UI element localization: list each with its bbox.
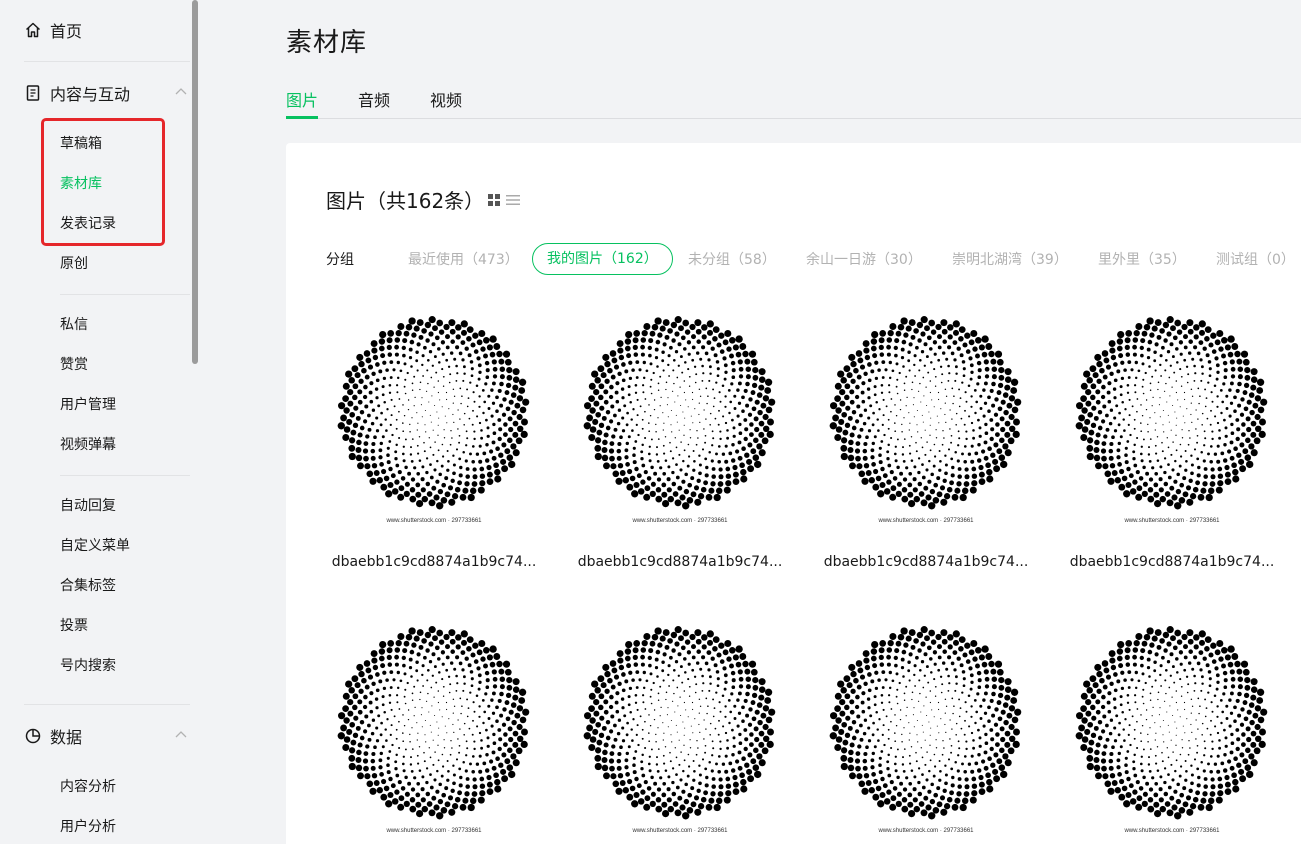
spiral-artwork — [583, 316, 776, 510]
sidebar-group-data[interactable]: 数据 — [24, 720, 190, 752]
home-icon — [24, 21, 42, 39]
group-chip-ungrouped[interactable]: 未分组（58） — [688, 249, 776, 269]
tab-active-indicator — [286, 116, 318, 119]
watermark-text: www.shutterstock.com · 297733661 — [1124, 828, 1220, 834]
image-card[interactable]: www.shutterstock.com · 297733661 — [576, 618, 784, 840]
sidebar-item-rewards[interactable]: 赞赏 — [60, 353, 88, 377]
watermark-text: www.shutterstock.com · 297733661 — [1124, 518, 1220, 524]
image-name: dbaebb1c9cd8874a1b9c74... — [331, 554, 537, 570]
divider — [24, 61, 190, 62]
group-filter: 分组 最近使用（473） 我的图片（162） 未分组（58） 余山一日游（30）… — [326, 243, 1301, 275]
sidebar-item-collection-tags[interactable]: 合集标签 — [60, 574, 116, 598]
image-name: dbaebb1c9cd8874a1b9c74... — [577, 554, 783, 570]
spiral-artwork — [583, 626, 776, 820]
image-card[interactable]: www.shutterstock.com · 297733661 dbaebb1… — [822, 308, 1030, 570]
spiral-artwork — [829, 316, 1022, 510]
sidebar-item-search[interactable]: 号内搜索 — [60, 654, 116, 678]
spiral-artwork — [1075, 316, 1268, 510]
grid-view-icon[interactable] — [488, 194, 500, 206]
watermark-text: www.shutterstock.com · 297733661 — [386, 828, 482, 834]
sidebar: 首页 内容与互动 草稿箱 素材库 发表记录 原创 私信 赞赏 用户管理 视频弹幕… — [0, 0, 200, 844]
watermark-text: www.shutterstock.com · 297733661 — [386, 518, 482, 524]
group-label: 分组 — [326, 252, 354, 268]
watermark-text: www.shutterstock.com · 297733661 — [632, 518, 728, 524]
spiral-artwork — [337, 626, 530, 820]
main-content: 素材库 图片 音频 视频 图片（共162条） 分组 最近使用（473） 我的图片… — [200, 0, 1301, 844]
sidebar-item-custom-menu[interactable]: 自定义菜单 — [60, 534, 130, 558]
spiral-artwork — [829, 626, 1022, 820]
image-thumbnail[interactable]: www.shutterstock.com · 297733661 — [330, 308, 538, 530]
sidebar-item-vote[interactable]: 投票 — [60, 614, 88, 638]
sidebar-item-auto-reply[interactable]: 自动回复 — [60, 494, 116, 518]
scrollbar-thumb[interactable] — [192, 0, 198, 364]
image-name: dbaebb1c9cd8874a1b9c74... — [823, 554, 1029, 570]
group-chip-my-images[interactable]: 我的图片（162） — [532, 243, 673, 275]
list-view-icon[interactable] — [506, 194, 520, 206]
sidebar-item-user-analysis[interactable]: 用户分析 — [60, 815, 116, 839]
group-chip-test[interactable]: 测试组（0） — [1216, 249, 1295, 269]
spiral-artwork — [337, 316, 530, 510]
pie-chart-icon — [24, 727, 42, 745]
sidebar-group-label: 数据 — [50, 728, 83, 747]
sidebar-item-original[interactable]: 原创 — [60, 252, 88, 276]
sidebar-group-label: 内容与互动 — [50, 85, 131, 104]
page-title: 素材库 — [286, 28, 368, 58]
group-chip-liwaili[interactable]: 里外里（35） — [1098, 249, 1186, 269]
sidebar-item-home[interactable]: 首页 — [24, 14, 82, 46]
chevron-up-icon[interactable] — [174, 728, 188, 742]
sidebar-item-label: 首页 — [50, 22, 83, 41]
image-thumbnail[interactable]: www.shutterstock.com · 297733661 — [576, 308, 784, 530]
tab-audio[interactable]: 音频 — [358, 88, 390, 118]
divider — [60, 475, 190, 476]
divider — [60, 294, 190, 295]
highlight-annotation — [41, 118, 165, 246]
tab-label: 图片 — [286, 91, 319, 110]
image-panel: 图片（共162条） 分组 最近使用（473） 我的图片（162） 未分组（58）… — [286, 143, 1301, 844]
sidebar-group-content[interactable]: 内容与互动 — [24, 77, 190, 109]
image-card[interactable]: www.shutterstock.com · 297733661 dbaebb1… — [330, 308, 538, 570]
group-chip-recent[interactable]: 最近使用（473） — [408, 249, 519, 269]
tab-images[interactable]: 图片 — [286, 88, 319, 119]
panel-title: 图片（共162条） — [326, 189, 485, 213]
watermark-text: www.shutterstock.com · 297733661 — [878, 518, 974, 524]
group-chip-chongming[interactable]: 崇明北湖湾（39） — [952, 249, 1068, 269]
image-thumbnail[interactable]: www.shutterstock.com · 297733661 — [330, 618, 538, 840]
image-name: dbaebb1c9cd8874a1b9c74... — [1069, 554, 1275, 570]
watermark-text: www.shutterstock.com · 297733661 — [878, 828, 974, 834]
sidebar-item-users[interactable]: 用户管理 — [60, 393, 116, 417]
image-card[interactable]: www.shutterstock.com · 297733661 — [822, 618, 1030, 840]
group-chip-sheshan[interactable]: 余山一日游（30） — [806, 249, 922, 269]
image-thumbnail[interactable]: www.shutterstock.com · 297733661 — [1068, 618, 1276, 840]
image-card[interactable]: www.shutterstock.com · 297733661 — [330, 618, 538, 840]
sidebar-item-messages[interactable]: 私信 — [60, 313, 88, 337]
image-card[interactable]: www.shutterstock.com · 297733661 dbaebb1… — [1068, 308, 1276, 570]
image-card[interactable]: www.shutterstock.com · 297733661 — [1068, 618, 1276, 840]
divider — [24, 704, 190, 705]
sidebar-item-content-analysis[interactable]: 内容分析 — [60, 775, 116, 799]
document-icon — [24, 84, 42, 102]
image-thumbnail[interactable]: www.shutterstock.com · 297733661 — [822, 308, 1030, 530]
image-thumbnail[interactable]: www.shutterstock.com · 297733661 — [1068, 308, 1276, 530]
image-card[interactable]: www.shutterstock.com · 297733661 dbaebb1… — [576, 308, 784, 570]
watermark-text: www.shutterstock.com · 297733661 — [632, 828, 728, 834]
tab-bar: 图片 音频 视频 — [286, 88, 1301, 119]
tab-video[interactable]: 视频 — [430, 88, 462, 118]
image-thumbnail[interactable]: www.shutterstock.com · 297733661 — [576, 618, 784, 840]
view-toggle — [488, 194, 520, 206]
sidebar-item-danmaku[interactable]: 视频弹幕 — [60, 433, 116, 457]
image-thumbnail[interactable]: www.shutterstock.com · 297733661 — [822, 618, 1030, 840]
chevron-up-icon[interactable] — [174, 85, 188, 99]
spiral-artwork — [1075, 626, 1268, 820]
